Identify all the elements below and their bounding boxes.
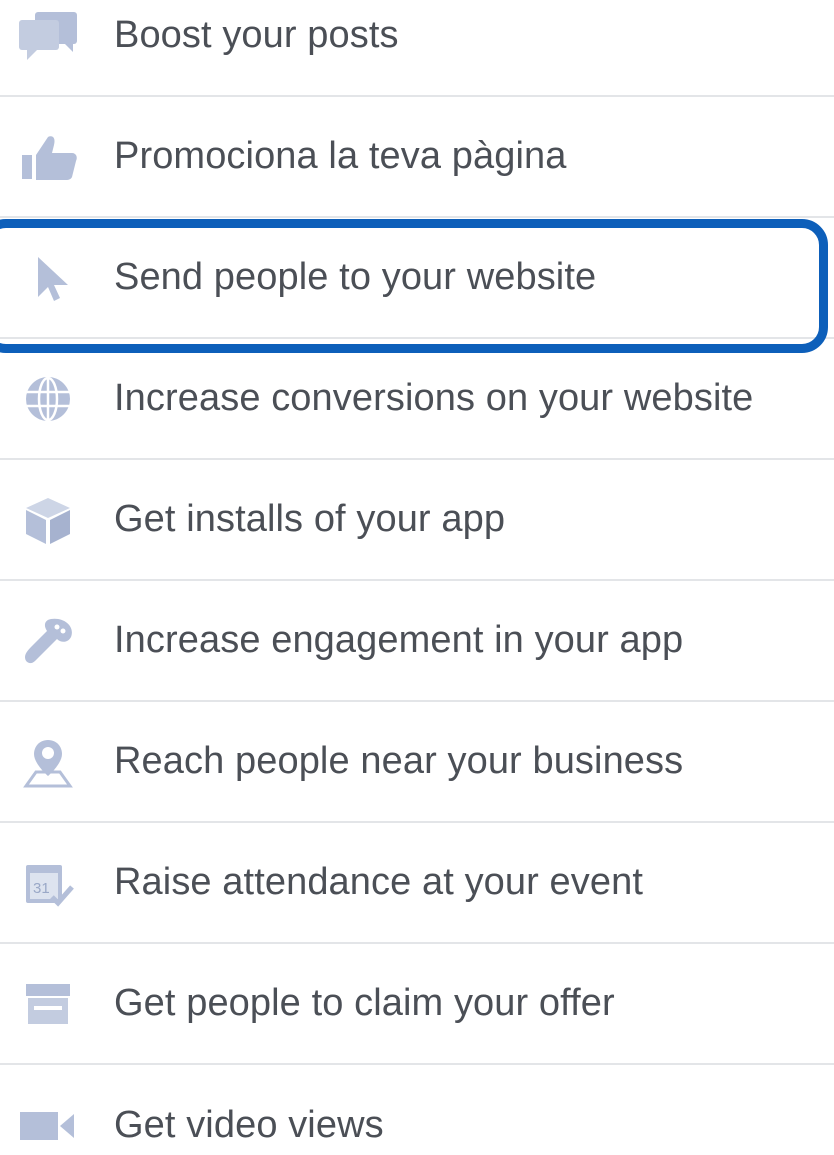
objective-item-send-to-website[interactable]: Send people to your website	[0, 218, 834, 339]
calendar-icon: 31	[16, 853, 80, 913]
objective-label: Get installs of your app	[114, 498, 506, 540]
objective-item-local-reach[interactable]: Reach people near your business	[0, 702, 834, 823]
objective-item-video-views[interactable]: Get video views	[0, 1065, 834, 1155]
objective-label: Increase engagement in your app	[114, 619, 684, 661]
objective-label: Reach people near your business	[114, 740, 684, 782]
objective-item-event-attendance[interactable]: 31 Raise attendance at your event	[0, 823, 834, 944]
boost-posts-icon	[16, 6, 80, 66]
video-camera-icon	[16, 1096, 80, 1155]
cursor-icon	[16, 248, 80, 308]
game-controller-icon	[16, 611, 80, 671]
store-icon	[16, 974, 80, 1034]
globe-icon	[16, 369, 80, 429]
app-box-icon	[16, 490, 80, 550]
location-person-icon	[16, 732, 80, 792]
objective-label: Increase conversions on your website	[114, 377, 754, 419]
objective-label: Promociona la teva pàgina	[114, 135, 567, 177]
objective-label: Get people to claim your offer	[114, 982, 615, 1024]
objective-item-app-installs[interactable]: Get installs of your app	[0, 460, 834, 581]
objective-item-increase-conversions[interactable]: Increase conversions on your website	[0, 339, 834, 460]
objective-item-app-engagement[interactable]: Increase engagement in your app	[0, 581, 834, 702]
objective-label: Send people to your website	[114, 256, 597, 298]
thumbs-up-icon	[16, 127, 80, 187]
objective-label: Boost your posts	[114, 14, 399, 56]
svg-text:31: 31	[33, 880, 50, 897]
objective-label: Raise attendance at your event	[114, 861, 644, 903]
objective-item-promote-page[interactable]: Promociona la teva pàgina	[0, 97, 834, 218]
objective-item-boost-posts[interactable]: Boost your posts	[0, 0, 834, 97]
objective-item-claim-offer[interactable]: Get people to claim your offer	[0, 944, 834, 1065]
objective-label: Get video views	[114, 1104, 384, 1146]
